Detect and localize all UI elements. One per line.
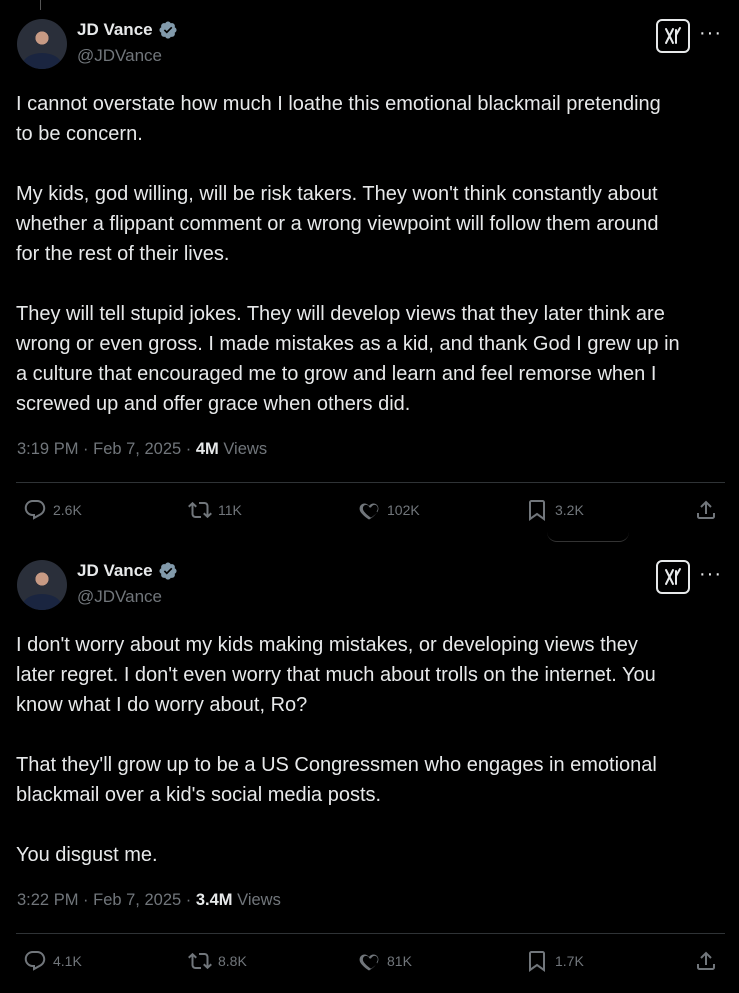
tweet-meta: 3:22 PM · Feb 7, 2025 · 3.4M Views [17, 891, 281, 910]
verified-badge-icon [159, 562, 177, 580]
tweet-text: I cannot overstate how much I loathe thi… [16, 93, 680, 415]
divider [16, 482, 725, 483]
reply-count: 2.6K [53, 502, 82, 518]
tweet-timestamp[interactable]: 3:19 PM · Feb 7, 2025 · [17, 440, 196, 458]
repost-button[interactable]: 11K [188, 498, 242, 522]
reply-button[interactable]: 2.6K [23, 498, 82, 522]
tweet-meta: 3:19 PM · Feb 7, 2025 · 4M Views [17, 440, 267, 459]
author-handle[interactable]: @JDVance [77, 587, 162, 607]
share-button[interactable] [694, 949, 718, 973]
author-name[interactable]: JD Vance [77, 561, 153, 581]
repost-icon [188, 952, 212, 970]
bookmark-count: 1.7K [555, 953, 584, 969]
like-button[interactable]: 81K [357, 949, 412, 973]
tweet[interactable]: JD Vance @JDVance ··· I cannot overstate… [0, 0, 739, 542]
more-icon[interactable]: ··· [699, 564, 722, 584]
reply-count: 4.1K [53, 953, 82, 969]
grok-button[interactable] [656, 19, 690, 53]
author-handle[interactable]: @JDVance [77, 46, 162, 66]
divider [16, 933, 725, 934]
reply-button[interactable]: 4.1K [23, 949, 82, 973]
like-count: 81K [387, 953, 412, 969]
reply-icon [24, 500, 46, 520]
more-icon[interactable]: ··· [699, 23, 722, 43]
heart-icon [359, 954, 379, 971]
bookmark-count: 3.2K [555, 502, 584, 518]
author-row: JD Vance [77, 20, 178, 40]
tweet-timestamp[interactable]: 3:22 PM · Feb 7, 2025 · [17, 891, 196, 909]
bookmark-button[interactable]: 1.7K [525, 949, 584, 973]
reply-icon [24, 951, 46, 971]
avatar[interactable] [17, 19, 67, 69]
views-count[interactable]: 3.4M [196, 891, 233, 909]
repost-button[interactable]: 8.8K [188, 949, 247, 973]
action-bar: 4.1K 8.8K 81K 1.7K [0, 949, 739, 979]
author-name[interactable]: JD Vance [77, 20, 153, 40]
like-button[interactable]: 102K [357, 498, 420, 522]
repost-count: 8.8K [218, 953, 247, 969]
heart-icon [359, 503, 379, 520]
grok-icon [665, 568, 681, 585]
views-label: Views [232, 891, 281, 909]
views-count[interactable]: 4M [196, 440, 219, 458]
bookmark-button[interactable]: 3.2K [525, 498, 584, 522]
repost-icon [188, 501, 212, 519]
like-count: 102K [387, 502, 420, 518]
tweet[interactable]: JD Vance @JDVance ··· I don't worry abou… [0, 541, 739, 993]
thread-connector [40, 0, 41, 10]
grok-icon [665, 27, 681, 44]
author-row: JD Vance [77, 561, 178, 581]
grok-button[interactable] [656, 560, 690, 594]
views-label: Views [218, 440, 268, 458]
bookmark-icon [529, 951, 545, 972]
share-button[interactable] [694, 498, 718, 522]
repost-count: 11K [218, 502, 242, 518]
tweet-text: I don't worry about my kids making mista… [16, 634, 657, 866]
verified-badge-icon [159, 21, 177, 39]
bookmark-icon [529, 500, 545, 521]
avatar[interactable] [17, 560, 67, 610]
share-icon [697, 500, 715, 519]
share-icon [697, 951, 715, 970]
action-bar: 2.6K 11K 102K 3.2K [0, 498, 739, 528]
